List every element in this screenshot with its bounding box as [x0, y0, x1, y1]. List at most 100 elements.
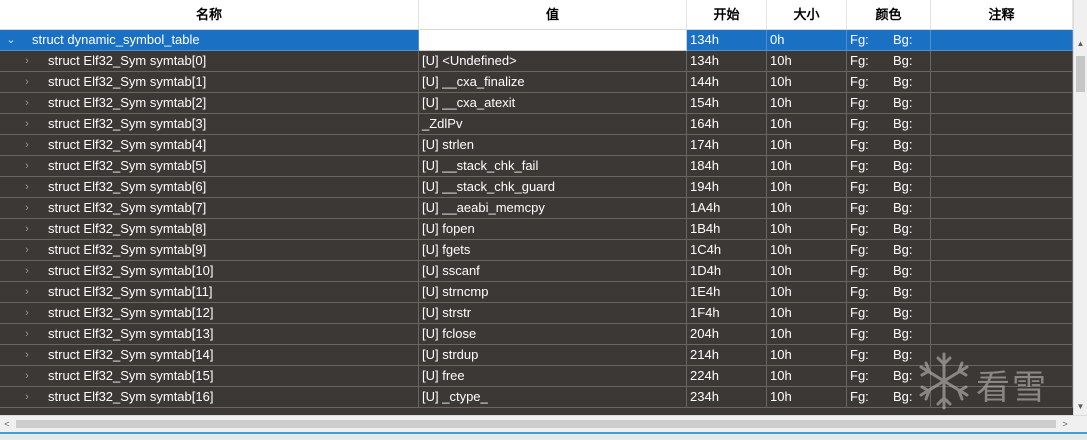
table-row[interactable]: › struct Elf32_Sym symtab[3] _ZdlPv 164h 10h…: [0, 114, 1073, 135]
vertical-scrollbar[interactable]: ▲ ▼: [1073, 0, 1087, 415]
expand-chevron-icon[interactable]: ›: [20, 387, 34, 407]
cell-comment[interactable]: [931, 240, 1073, 261]
cell-color[interactable]: Fg: Bg:: [847, 282, 931, 303]
cell-name[interactable]: › struct Elf32_Sym symtab[2]: [0, 93, 419, 114]
cell-value[interactable]: [U] free: [419, 366, 687, 387]
table-row[interactable]: › struct Elf32_Sym symtab[11] [U] strncmp 1…: [0, 282, 1073, 303]
cell-name[interactable]: › struct Elf32_Sym symtab[13]: [0, 324, 419, 345]
table-row[interactable]: › struct Elf32_Sym symtab[7] [U] __aeabi_m…: [0, 198, 1073, 219]
horizontal-scroll-thumb[interactable]: [16, 420, 1056, 428]
table-row[interactable]: › struct Elf32_Sym symtab[16] [U] _ctype_ 2…: [0, 387, 1073, 408]
cell-name[interactable]: › struct Elf32_Sym symtab[9]: [0, 240, 419, 261]
table-row[interactable]: › struct Elf32_Sym symtab[10] [U] sscanf 1D…: [0, 261, 1073, 282]
column-header-value[interactable]: 值: [419, 0, 687, 30]
cell-comment[interactable]: [931, 303, 1073, 324]
cell-comment[interactable]: [931, 177, 1073, 198]
column-header-color[interactable]: 颜色: [847, 0, 931, 30]
expand-chevron-icon[interactable]: ›: [20, 261, 34, 281]
cell-comment[interactable]: [931, 114, 1073, 135]
table-row[interactable]: › struct Elf32_Sym symtab[9] [U] fgets 1C4h…: [0, 240, 1073, 261]
cell-color[interactable]: Fg: Bg:: [847, 366, 931, 387]
cell-color[interactable]: Fg: Bg:: [847, 93, 931, 114]
table-row[interactable]: › struct Elf32_Sym symtab[4] [U] strlen 174…: [0, 135, 1073, 156]
cell-color[interactable]: Fg: Bg:: [847, 135, 931, 156]
expand-chevron-icon[interactable]: ›: [20, 135, 34, 155]
cell-color[interactable]: Fg: Bg:: [847, 72, 931, 93]
cell-comment[interactable]: [931, 198, 1073, 219]
column-header-size[interactable]: 大小: [767, 0, 847, 30]
cell-comment[interactable]: [931, 30, 1073, 51]
table-row[interactable]: › struct Elf32_Sym symtab[15] [U] free 224h…: [0, 366, 1073, 387]
cell-value[interactable]: [U] __stack_chk_fail: [419, 156, 687, 177]
cell-comment[interactable]: [931, 219, 1073, 240]
vertical-scroll-thumb[interactable]: [1076, 56, 1085, 92]
cell-name[interactable]: › struct Elf32_Sym symtab[8]: [0, 219, 419, 240]
expand-chevron-icon[interactable]: ›: [20, 51, 34, 71]
cell-comment[interactable]: [931, 282, 1073, 303]
cell-name[interactable]: ⌄ struct dynamic_symbol_table: [0, 30, 419, 51]
cell-value[interactable]: [U] fopen: [419, 219, 687, 240]
cell-name[interactable]: › struct Elf32_Sym symtab[0]: [0, 51, 419, 72]
cell-value[interactable]: [U] __stack_chk_guard: [419, 177, 687, 198]
cell-comment[interactable]: [931, 51, 1073, 72]
table-row[interactable]: ⌄ struct dynamic_symbol_table 134h 0h Fg: Bg:: [0, 30, 1073, 51]
expand-chevron-icon[interactable]: ›: [20, 114, 34, 134]
cell-color[interactable]: Fg: Bg:: [847, 240, 931, 261]
expand-chevron-icon[interactable]: ›: [20, 177, 34, 197]
table-row[interactable]: › struct Elf32_Sym symtab[13] [U] fclose 20…: [0, 324, 1073, 345]
cell-name[interactable]: › struct Elf32_Sym symtab[5]: [0, 156, 419, 177]
cell-comment[interactable]: [931, 345, 1073, 366]
cell-value[interactable]: [U] strncmp: [419, 282, 687, 303]
expand-chevron-icon[interactable]: ›: [20, 303, 34, 323]
cell-value[interactable]: [U] <Undefined>: [419, 51, 687, 72]
expand-chevron-icon[interactable]: ›: [20, 324, 34, 344]
cell-color[interactable]: Fg: Bg:: [847, 156, 931, 177]
cell-value[interactable]: [U] fclose: [419, 324, 687, 345]
cell-comment[interactable]: [931, 93, 1073, 114]
cell-name[interactable]: › struct Elf32_Sym symtab[11]: [0, 282, 419, 303]
expand-chevron-icon[interactable]: ›: [20, 198, 34, 218]
cell-name[interactable]: › struct Elf32_Sym symtab[4]: [0, 135, 419, 156]
table-row[interactable]: › struct Elf32_Sym symtab[6] [U] __stack_c…: [0, 177, 1073, 198]
cell-comment[interactable]: [931, 135, 1073, 156]
scroll-right-arrow-icon[interactable]: >: [1058, 416, 1072, 432]
table-row[interactable]: › struct Elf32_Sym symtab[5] [U] __stack_c…: [0, 156, 1073, 177]
cell-color[interactable]: Fg: Bg:: [847, 219, 931, 240]
cell-comment[interactable]: [931, 72, 1073, 93]
cell-name[interactable]: › struct Elf32_Sym symtab[12]: [0, 303, 419, 324]
expand-chevron-icon[interactable]: ›: [20, 72, 34, 92]
cell-name[interactable]: › struct Elf32_Sym symtab[10]: [0, 261, 419, 282]
cell-comment[interactable]: [931, 156, 1073, 177]
scroll-down-arrow-icon[interactable]: ▼: [1074, 399, 1087, 414]
cell-value[interactable]: [U] _ctype_: [419, 387, 687, 408]
column-header-comment[interactable]: 注释: [931, 0, 1073, 30]
cell-comment[interactable]: [931, 387, 1073, 408]
collapse-chevron-icon[interactable]: ⌄: [4, 30, 18, 50]
cell-value[interactable]: [U] __cxa_atexit: [419, 93, 687, 114]
table-row[interactable]: › struct Elf32_Sym symtab[12] [U] strstr 1F…: [0, 303, 1073, 324]
table-row[interactable]: › struct Elf32_Sym symtab[14] [U] strdup 21…: [0, 345, 1073, 366]
cell-value[interactable]: [U] strdup: [419, 345, 687, 366]
cell-color[interactable]: Fg: Bg:: [847, 261, 931, 282]
cell-color[interactable]: Fg: Bg:: [847, 51, 931, 72]
table-row[interactable]: › struct Elf32_Sym symtab[2] [U] __cxa_ate…: [0, 93, 1073, 114]
cell-value[interactable]: [419, 30, 687, 51]
cell-color[interactable]: Fg: Bg:: [847, 303, 931, 324]
expand-chevron-icon[interactable]: ›: [20, 93, 34, 113]
cell-value[interactable]: _ZdlPv: [419, 114, 687, 135]
cell-value[interactable]: [U] fgets: [419, 240, 687, 261]
column-header-start[interactable]: 开始: [687, 0, 767, 30]
cell-comment[interactable]: [931, 261, 1073, 282]
horizontal-scrollbar[interactable]: < >: [0, 415, 1087, 432]
cell-value[interactable]: [U] strlen: [419, 135, 687, 156]
cell-value[interactable]: [U] sscanf: [419, 261, 687, 282]
cell-value[interactable]: [U] strstr: [419, 303, 687, 324]
cell-value[interactable]: [U] __aeabi_memcpy: [419, 198, 687, 219]
table-row[interactable]: › struct Elf32_Sym symtab[1] [U] __cxa_fin…: [0, 72, 1073, 93]
cell-color[interactable]: Fg: Bg:: [847, 345, 931, 366]
cell-color[interactable]: Fg: Bg:: [847, 324, 931, 345]
cell-color[interactable]: Fg: Bg:: [847, 30, 931, 51]
cell-name[interactable]: › struct Elf32_Sym symtab[6]: [0, 177, 419, 198]
scroll-left-arrow-icon[interactable]: <: [0, 416, 14, 432]
cell-name[interactable]: › struct Elf32_Sym symtab[15]: [0, 366, 419, 387]
